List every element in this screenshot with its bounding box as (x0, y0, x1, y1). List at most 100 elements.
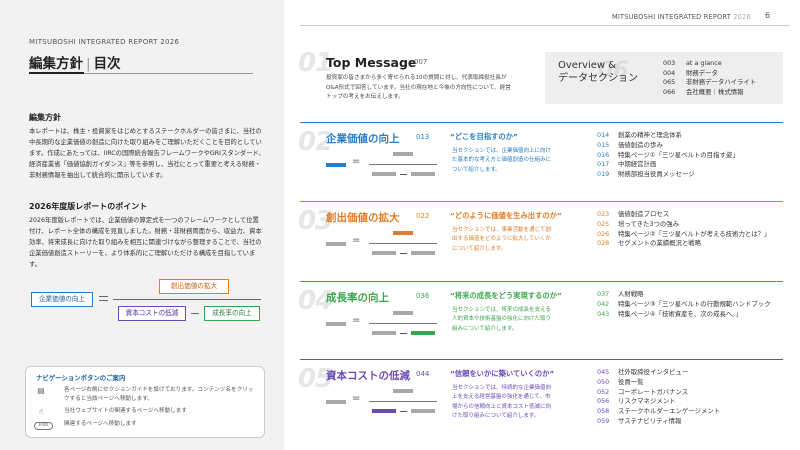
overview-title-line2: データセクション (558, 73, 638, 84)
overview-list: 003 at a glance 004 財務データ 065 非財務データハイライト 0… (663, 59, 756, 97)
page-number: 6 (765, 11, 771, 20)
contents-item-page: 025 (597, 219, 610, 228)
section-question: “どのように価値を生み出すのか” (450, 211, 562, 220)
contents-item-label: 創業の精神と理念体系 (618, 131, 682, 139)
top-message-page[interactable]: 007 (414, 58, 427, 66)
contents-item-page: 058 (597, 407, 610, 416)
overview-item[interactable]: 003 at a glance (663, 59, 756, 69)
eq-bar-top (393, 389, 413, 393)
eq-bar-left (326, 322, 346, 326)
overview-item[interactable]: 066 会社概要｜株式情報 (663, 88, 756, 98)
eq-bar-top (393, 311, 413, 315)
contents-item[interactable]: 050 役員一覧 (597, 378, 720, 388)
eq-bar-top (393, 231, 413, 235)
contents-item[interactable]: 023 価値創造プロセス (597, 210, 770, 220)
contents-item-page: 014 (597, 131, 610, 139)
contents-item[interactable]: 016 特集ページ①「三ツ星ベルトの目指す姿」 (597, 151, 739, 161)
contents-item[interactable]: 015 価値創造の歩み (597, 141, 739, 151)
contents-item[interactable]: 045 社外取締役インタビュー (597, 368, 720, 378)
top-message-title[interactable]: Top Message (326, 55, 416, 70)
contents-item[interactable]: 026 特集ページ②「三ツ星ベルトが考える技術力とは？」 (597, 230, 770, 240)
contents-item[interactable]: 058 ステークホルダーエンゲージメント (597, 407, 720, 417)
section-page[interactable]: 013 (416, 133, 429, 141)
contents-item-label: 社外取締役インタビュー (618, 368, 689, 376)
contents-item[interactable]: 043 特集ページ④「技術資産を、次の成長へ。」 (597, 310, 771, 320)
contents-item[interactable]: 056 リスクマネジメント (597, 397, 720, 407)
contents-item-page: 015 (597, 140, 610, 149)
section-title[interactable]: 企業価値の向上 (326, 131, 400, 146)
eq-fraction (369, 401, 437, 402)
contents-item-page: 043 (597, 309, 610, 318)
section-question: “信頼をいかに築いていくのか” (450, 369, 555, 378)
section-contents-list: 045 社外取締役インタビュー 050 役員一覧 052 コーポレートガバナンス 056 リス… (597, 368, 720, 427)
navigation-guide: ナビゲーションボタンのご案内 ▤ 各ページ右側にセクションガイドを設けております… (25, 366, 265, 438)
contents-item-page: 042 (597, 299, 610, 308)
contents-item[interactable]: 059 サステナビリティ情報 (597, 417, 720, 427)
contents-item-page: 045 (597, 368, 610, 376)
pointer-icon: ☝ (38, 407, 44, 416)
brand-right-year: 2026 (733, 13, 751, 21)
eq-bar-bottom-left (372, 331, 396, 335)
title-editorial-policy: 編集方針 (29, 56, 83, 72)
section-desc: 当セクションでは、企業価値向上に向けた基本的な考え方と価値創造の仕組みについて紹… (452, 148, 552, 173)
title-contents: 目次 (93, 56, 121, 72)
contents-item-page: 017 (597, 160, 610, 169)
overview-title[interactable]: Overview & データセクション (558, 59, 638, 85)
contents-item[interactable]: 014 創業の精神と理念体系 (597, 131, 739, 141)
nav-row-section-guide-text: 各ページ右側にセクションガイドを設けております。コンテンツ名をクリックすると当該… (64, 387, 254, 402)
equation-enterprise-value[interactable]: 企業価値の向上 (31, 292, 93, 307)
section-title[interactable]: 資本コストの低減 (326, 368, 410, 383)
eq-bar-bottom-left (372, 172, 396, 176)
equation-cost-of-capital[interactable]: 資本コストの低減 (118, 306, 186, 321)
section-title[interactable]: 創出価値の拡大 (326, 210, 400, 225)
contents-item[interactable]: 025 培ってきた3つの強み (597, 220, 770, 230)
contents-item[interactable]: 017 中期経営計画 (597, 160, 739, 170)
section-contents-list: 023 価値創造プロセス 025 培ってきた3つの強み 026 特集ページ②「三ツ星ベルト… (597, 210, 770, 249)
contents-item[interactable]: 019 財務部担当役員メッセージ (597, 170, 739, 180)
nav-row-website-text: 当社ウェブサイトの関連するページへ移動します (64, 408, 187, 414)
contents-item-label: 中期経営計画 (618, 160, 657, 169)
points-heading: 2026年度版レポートのポイント (29, 202, 148, 211)
eq-fraction (369, 243, 437, 244)
eq-bar-bottom-right (411, 409, 435, 413)
left-page: MITSUBOSHI INTEGRATED REPORT 2026 編集方針 | 目… (0, 0, 284, 450)
section-page[interactable]: 044 (416, 370, 429, 378)
contents-item[interactable]: 052 コーポレートガバナンス (597, 388, 720, 398)
policy-text: 本レポートは、株主・投資家をはじめとするステークホルダーの皆さまに、当社の中長期… (29, 128, 265, 179)
nav-row-related-page-text: 関連するページへ移動します (64, 421, 137, 427)
contents-item-label: 役員一覧 (618, 377, 644, 386)
contents-item[interactable]: 042 特集ページ③「三ツ星ベルトの行動規範ハンドブック (597, 300, 771, 310)
section-page[interactable]: 036 (416, 292, 429, 300)
contents-item-label: コーポレートガバナンス (618, 387, 689, 396)
eq-bar-left (326, 163, 346, 167)
section-title[interactable]: 成長率の向上 (326, 290, 389, 305)
contents-item-label: サステナビリティ情報 (618, 416, 682, 425)
eq-bar-bottom-left (372, 409, 396, 413)
equation-growth-rate[interactable]: 成長率の向上 (204, 306, 260, 321)
eq-equals-icon: = (352, 235, 361, 246)
eq-fraction (369, 323, 437, 324)
page-title: 編集方針 | 目次 (29, 52, 121, 72)
header-rule (300, 25, 790, 26)
brand-right-name: MITSUBOSHI INTEGRATED REPORT (612, 13, 731, 21)
overview-item[interactable]: 004 財務データ (663, 69, 756, 79)
eq-fraction (369, 164, 437, 165)
contents-item-page: 028 (597, 239, 610, 248)
contents-item[interactable]: 028 セグメントの業績概況と戦略 (597, 239, 770, 249)
contents-item-label: ステークホルダーエンゲージメント (618, 407, 721, 416)
section-question: “将来の成長をどう実現するのか” (450, 291, 562, 300)
contents-item[interactable]: 037 人財戦略 (597, 290, 771, 300)
contents-item-page: 026 (597, 229, 610, 238)
contents-item-page: 059 (597, 416, 610, 425)
eq-equals-icon: = (352, 156, 361, 167)
contents-item-label: 特集ページ①「三ツ星ベルトの目指す姿」 (618, 150, 739, 159)
section-desc: 当セクションでは、持続的な企業価値向上を支える経営基盤の強化を通じて、市場からの… (452, 385, 552, 420)
overview-item[interactable]: 065 非財務データハイライト (663, 78, 756, 88)
contents-item-label: 価値創造の歩み (618, 140, 663, 149)
eq-bar-bottom-right (411, 172, 435, 176)
section-page[interactable]: 022 (416, 212, 429, 220)
eq-minus-icon (400, 333, 407, 334)
section-rule (300, 359, 783, 360)
equation-created-value[interactable]: 創出価値の拡大 (159, 279, 229, 294)
section-desc: 当セクションでは、将来の成長を支える人的資本や技術基盤の強化に向けた取り組みにつ… (452, 307, 552, 332)
